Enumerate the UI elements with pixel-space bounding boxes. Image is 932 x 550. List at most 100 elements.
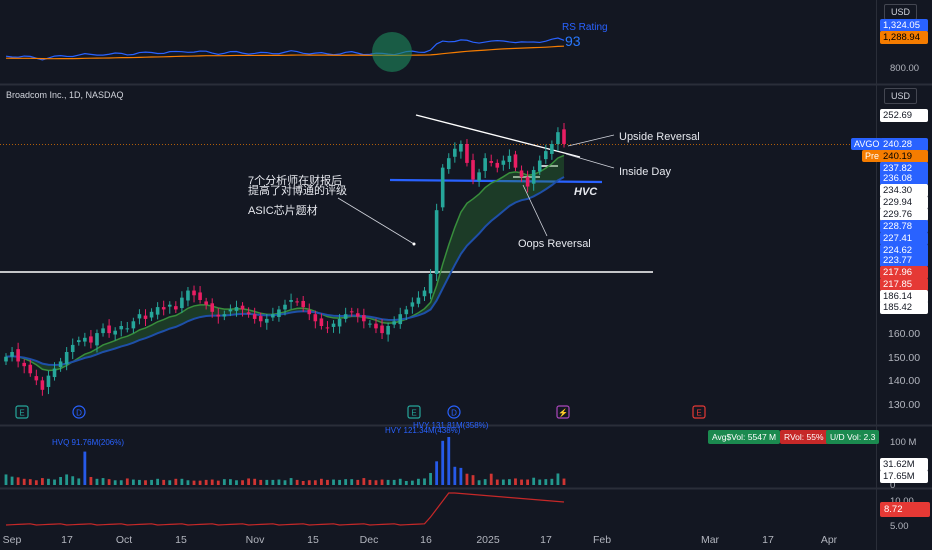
event-marker-label: E bbox=[19, 409, 24, 418]
candle-body bbox=[4, 356, 8, 362]
candle-body bbox=[22, 362, 26, 367]
candle-body bbox=[531, 170, 536, 184]
event-marker-label: ⚡ bbox=[558, 408, 568, 418]
volume-bar bbox=[495, 479, 499, 485]
volume-bar bbox=[277, 479, 281, 485]
event-marker-label: D bbox=[451, 409, 457, 418]
usd-main-label[interactable]: USD bbox=[884, 88, 918, 104]
volume-bar bbox=[289, 478, 293, 485]
volume-bar bbox=[404, 480, 408, 485]
candle-body bbox=[513, 154, 518, 168]
candle-body bbox=[131, 321, 136, 329]
volume-bar bbox=[22, 478, 26, 485]
volume-bar bbox=[131, 479, 135, 485]
volume-bar bbox=[435, 461, 439, 485]
time-tick: 16 bbox=[420, 534, 432, 546]
volume-bar bbox=[471, 475, 475, 485]
volume-stat-badge: RVol: 55% bbox=[780, 430, 828, 444]
time-tick: 15 bbox=[175, 534, 187, 546]
event-marker-split[interactable]: ⚡ bbox=[556, 405, 570, 419]
volume-bar bbox=[313, 480, 317, 485]
candle-body bbox=[186, 290, 190, 301]
candle-body bbox=[289, 300, 293, 302]
volume-bar bbox=[253, 478, 257, 485]
candle-body bbox=[101, 328, 105, 334]
volume-bar bbox=[550, 478, 554, 485]
candle-body bbox=[477, 172, 481, 181]
volume-bar bbox=[247, 478, 251, 485]
candle-body bbox=[258, 316, 263, 322]
price-tick: 160.00 bbox=[888, 328, 920, 340]
event-marker-label: D bbox=[76, 409, 82, 418]
candle-body bbox=[313, 314, 318, 322]
candle-body bbox=[137, 314, 142, 319]
volume-bar bbox=[295, 479, 299, 485]
volume-bar bbox=[332, 479, 335, 485]
time-tick: 17 bbox=[762, 534, 774, 546]
candle-body bbox=[374, 323, 378, 329]
rs-scale-label: 800.00 bbox=[890, 63, 920, 74]
volume-bar bbox=[514, 478, 517, 485]
candle-body bbox=[519, 170, 524, 178]
price-tick: 150.00 bbox=[888, 352, 920, 364]
candle-body bbox=[34, 376, 39, 381]
volume-bar bbox=[241, 480, 244, 485]
volume-bar bbox=[441, 440, 445, 485]
volume-bar bbox=[162, 479, 166, 485]
volume-bar bbox=[556, 473, 560, 485]
candle-body bbox=[277, 309, 281, 318]
volume-bar bbox=[71, 476, 75, 485]
candle-body bbox=[210, 303, 215, 312]
candle-body bbox=[180, 297, 184, 309]
candle-body bbox=[319, 318, 324, 326]
candle-body bbox=[155, 307, 160, 315]
volume-bar bbox=[398, 478, 402, 485]
candle-body bbox=[404, 309, 409, 315]
candle-body bbox=[16, 349, 20, 362]
candle-body bbox=[380, 325, 384, 334]
volume-bar bbox=[410, 480, 414, 485]
time-tick: Dec bbox=[360, 534, 379, 546]
annotation-analysts-line2: 提高了对博通的评级 bbox=[248, 183, 347, 197]
price-tick: 130.00 bbox=[888, 399, 920, 411]
volume-bar bbox=[47, 478, 50, 485]
candle-body bbox=[428, 274, 433, 294]
volume-bar bbox=[40, 478, 44, 485]
candle-body bbox=[107, 325, 111, 334]
volume-bar bbox=[138, 479, 141, 485]
annotation-asic: ASIC芯片题材 bbox=[248, 203, 318, 217]
volume-bar bbox=[235, 480, 238, 485]
candle-body bbox=[550, 144, 554, 154]
volume-bar bbox=[77, 478, 81, 485]
candle-body bbox=[143, 315, 148, 319]
candle-body bbox=[434, 210, 439, 274]
volume-bar bbox=[113, 480, 117, 485]
candle-body bbox=[240, 305, 245, 310]
candle-body bbox=[70, 344, 75, 352]
volume-bar bbox=[216, 480, 220, 485]
volume-bar bbox=[301, 480, 305, 485]
candle-body bbox=[222, 314, 227, 317]
candle-body bbox=[149, 311, 154, 318]
time-tick: Apr bbox=[821, 534, 838, 546]
rs-panel-bg bbox=[0, 0, 876, 84]
volume-bar bbox=[417, 478, 420, 485]
volume-bar bbox=[156, 478, 160, 485]
volume-bar bbox=[174, 478, 178, 485]
volume-bar bbox=[508, 479, 511, 485]
candle-body bbox=[125, 328, 130, 330]
volume-bar bbox=[125, 478, 129, 485]
chart-canvas[interactable]: RS Rating 93 Broadcom Inc., 1D, NASDAQ U… bbox=[0, 0, 932, 550]
volume-bar bbox=[326, 479, 329, 485]
candle-body bbox=[271, 314, 275, 318]
volume-bar bbox=[368, 479, 372, 485]
usd-top-label[interactable]: USD bbox=[884, 4, 918, 20]
candle-body bbox=[562, 129, 566, 144]
candle-body bbox=[349, 311, 354, 313]
volume-bar bbox=[204, 479, 208, 485]
candle-body bbox=[252, 314, 257, 319]
volume-bar bbox=[319, 478, 323, 485]
volume-bar bbox=[374, 480, 378, 485]
volume-bar bbox=[10, 476, 14, 485]
volume-bar bbox=[453, 466, 457, 485]
